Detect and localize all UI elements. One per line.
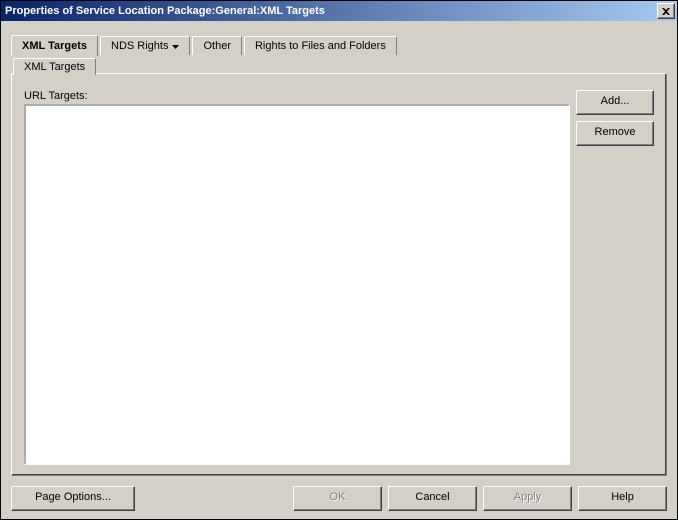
- content-row: URL Targets: Add... Remove: [24, 90, 654, 465]
- page-options-button[interactable]: Page Options...: [11, 486, 135, 511]
- tab-xml-targets[interactable]: XML Targets: [11, 35, 98, 56]
- tab-nds-rights[interactable]: NDS Rights: [100, 36, 190, 55]
- tab-label: Other: [203, 40, 231, 52]
- ok-button[interactable]: OK: [293, 486, 382, 511]
- window-title: Properties of Service Location Package:G…: [5, 5, 657, 17]
- remove-button[interactable]: Remove: [576, 121, 654, 146]
- footer-buttons: Page Options... OK Cancel Apply Help: [11, 486, 667, 511]
- dialog-window: Properties of Service Location Package:G…: [0, 0, 678, 520]
- client-area: XML Targets NDS Rights Other Rights to F…: [1, 21, 677, 519]
- subtab-xml-targets[interactable]: XML Targets: [13, 58, 96, 75]
- close-button[interactable]: [657, 3, 675, 19]
- add-button[interactable]: Add...: [576, 90, 654, 115]
- chevron-down-icon: [172, 40, 179, 52]
- help-button[interactable]: Help: [578, 486, 667, 511]
- subtab-label: XML Targets: [24, 61, 85, 73]
- tab-label: NDS Rights: [111, 40, 168, 52]
- url-targets-column: URL Targets:: [24, 90, 570, 465]
- tab-label: Rights to Files and Folders: [255, 40, 386, 52]
- tab-panel: URL Targets: Add... Remove: [11, 73, 667, 476]
- tab-rights-files-folders[interactable]: Rights to Files and Folders: [244, 36, 397, 55]
- tab-other[interactable]: Other: [192, 36, 242, 55]
- titlebar: Properties of Service Location Package:G…: [1, 1, 677, 21]
- subtabs-row: XML Targets: [11, 54, 667, 74]
- url-targets-label: URL Targets:: [24, 90, 570, 102]
- apply-button[interactable]: Apply: [483, 486, 572, 511]
- tabs-row: XML Targets NDS Rights Other Rights to F…: [11, 33, 667, 55]
- url-targets-listbox[interactable]: [24, 104, 570, 465]
- cancel-button[interactable]: Cancel: [388, 486, 477, 511]
- close-icon: [662, 8, 670, 15]
- tab-label: XML Targets: [22, 40, 87, 52]
- side-buttons: Add... Remove: [576, 90, 654, 465]
